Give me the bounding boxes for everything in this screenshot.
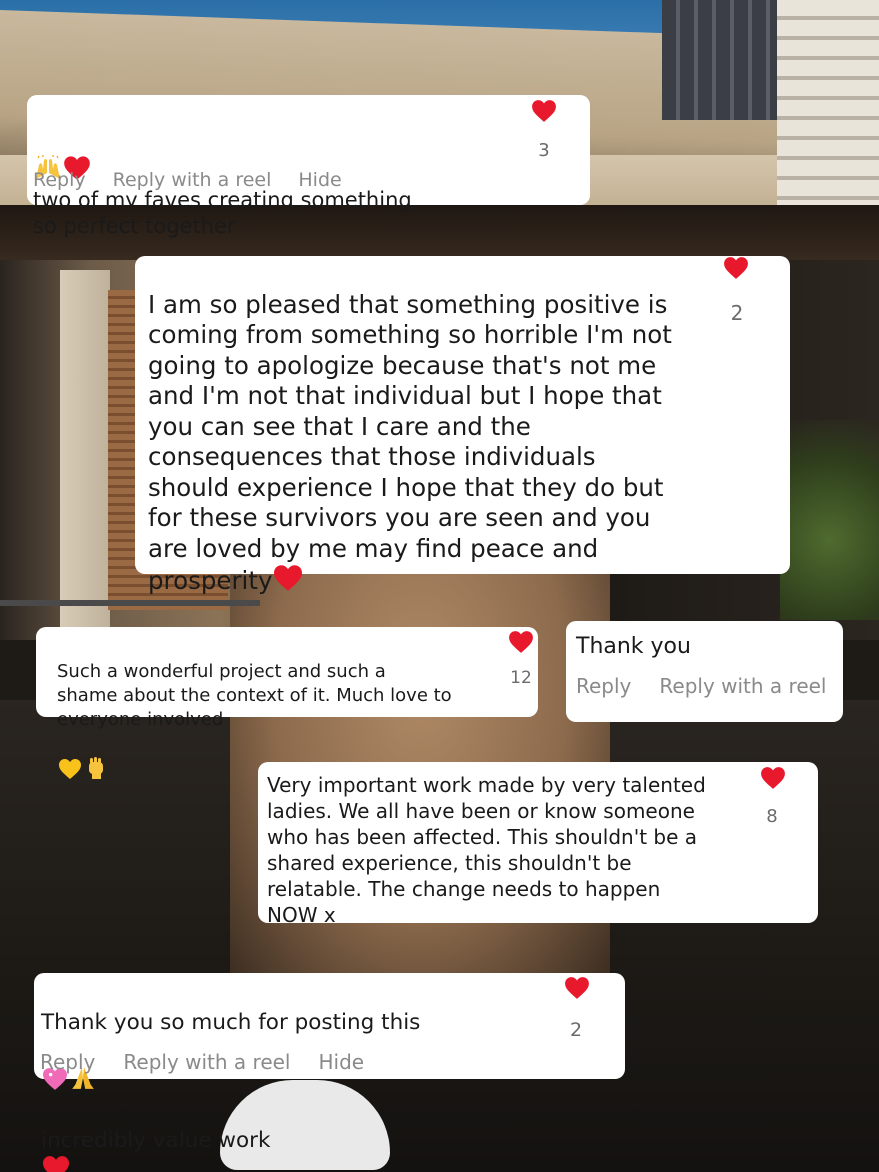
column xyxy=(60,270,110,630)
like-count: 3 xyxy=(538,140,550,161)
comment-card: Very important work made by very talente… xyxy=(258,762,818,927)
like-heart-icon[interactable] xyxy=(564,976,590,1000)
like-heart-icon[interactable] xyxy=(531,99,557,123)
plants xyxy=(780,420,879,620)
like-heart-icon[interactable] xyxy=(760,766,786,790)
like-count: 12 xyxy=(510,668,532,688)
like-count: 8 xyxy=(766,806,778,827)
comment-body: Thank you so much for posting this xyxy=(41,1010,421,1035)
like-count: 2 xyxy=(569,1019,583,1041)
comment-text: Thank you xyxy=(576,634,691,659)
like-count: 2 xyxy=(730,301,744,325)
comment-card: Thank you so much for posting this incre… xyxy=(34,973,625,1079)
reply-with-reel-button[interactable]: Reply with a reel xyxy=(113,169,272,191)
comment-body: Such a wonderful project and such a sham… xyxy=(57,661,452,730)
yellow-heart-emoji xyxy=(57,734,83,787)
comment-body-line2: incredibly value work xyxy=(41,1128,271,1153)
comment-text: I am so pleased that something positive … xyxy=(148,259,708,600)
reply-with-reel-button[interactable]: Reply with a reel xyxy=(123,1050,290,1074)
comment-text: Thank you so much for posting this incre… xyxy=(41,981,521,1172)
comment-card: I am so pleased that something positive … xyxy=(135,256,790,595)
reply-with-reel-button[interactable]: Reply with a reel xyxy=(659,674,826,698)
like-heart-icon[interactable] xyxy=(723,256,749,280)
reply-button[interactable]: Reply xyxy=(33,169,86,191)
comment-body: I am so pleased that something positive … xyxy=(148,289,672,596)
comment-actions: Reply Reply with a reel Hide xyxy=(40,1050,364,1074)
comment-actions: Reply Reply with a reel xyxy=(576,674,827,698)
reply-button[interactable]: Reply xyxy=(576,674,631,698)
red-heart-emoji xyxy=(272,564,304,600)
comment-actions: Reply Reply with a reel Hide xyxy=(33,169,342,191)
tower-block xyxy=(662,0,777,120)
hide-button[interactable]: Hide xyxy=(319,1050,365,1074)
comment-card: two of my faves creating something so pe… xyxy=(27,95,590,238)
railing xyxy=(0,600,260,606)
raised-fist-emoji xyxy=(83,732,109,787)
like-heart-icon[interactable] xyxy=(508,630,534,654)
hide-button[interactable]: Hide xyxy=(298,169,341,191)
reply-button[interactable]: Reply xyxy=(40,1050,95,1074)
comment-body: two of my faves creating something so pe… xyxy=(33,188,412,238)
red-heart-emoji xyxy=(41,1155,71,1172)
comment-card: Such a wonderful project and such a sham… xyxy=(36,627,538,779)
comment-card: Thank you Reply Reply with a reel xyxy=(566,621,843,722)
comment-text: Very important work made by very talente… xyxy=(267,773,706,927)
